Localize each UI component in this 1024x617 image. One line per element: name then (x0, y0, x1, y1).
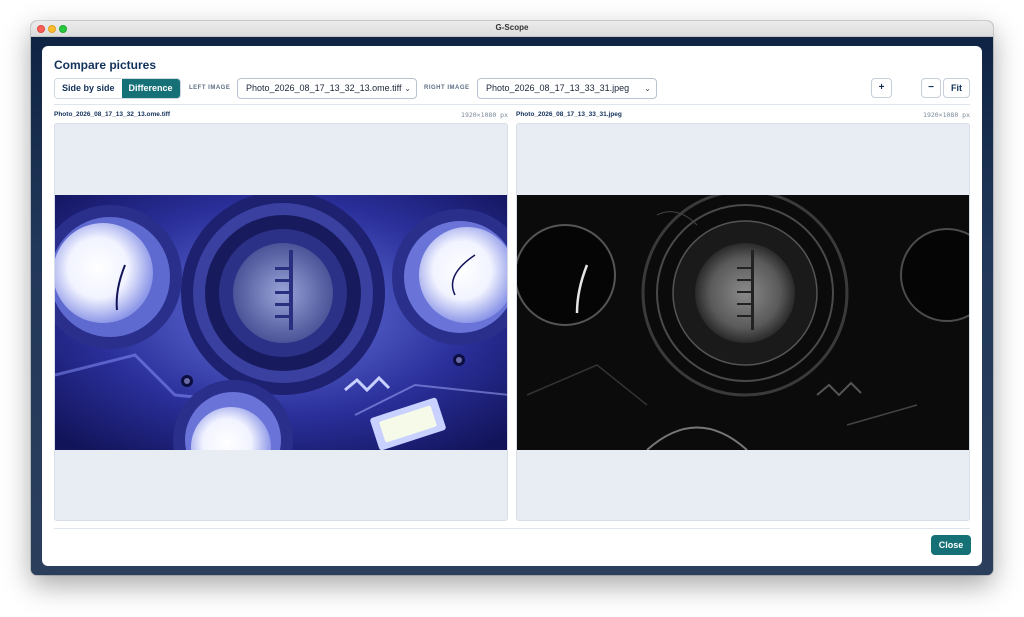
app-window: G-Scope Compare pictures Side by side Di… (31, 21, 993, 575)
close-button[interactable]: Close (931, 535, 971, 555)
right-image-label: RIGHT IMAGE (424, 85, 470, 91)
zoom-out-button[interactable]: − (921, 78, 941, 98)
right-image-pane[interactable] (516, 123, 970, 521)
window-title: G-Scope (495, 23, 529, 32)
toolbar-divider (54, 104, 970, 105)
left-image-label: LEFT IMAGE (189, 85, 231, 91)
right-image-select[interactable]: Photo_2026_08_17_13_33_31.jpeg ⌄ (477, 78, 657, 99)
difference-button[interactable]: Difference (121, 79, 180, 98)
compare-dialog: Compare pictures Side by side Difference… (42, 46, 982, 566)
dialog-title: Compare pictures (54, 58, 157, 72)
view-mode-toggle: Side by side Difference (54, 78, 181, 99)
right-image-select-value: Photo_2026_08_17_13_33_31.jpeg (486, 83, 630, 93)
chevron-down-icon: ⌄ (404, 84, 411, 93)
footer-divider (54, 528, 970, 529)
fit-button[interactable]: Fit (943, 78, 970, 98)
chevron-down-icon: ⌄ (644, 84, 651, 93)
left-image-pane[interactable] (54, 123, 508, 521)
right-pane-dimensions: 1920×1080 px (923, 111, 970, 119)
left-image-select-value: Photo_2026_08_17_13_32_13.ome.tiff (246, 83, 402, 93)
left-pane-filename: Photo_2026_08_17_13_32_13.ome.tiff (54, 111, 170, 118)
right-difference-image (517, 195, 969, 450)
side-by-side-button[interactable]: Side by side (55, 79, 122, 98)
left-microscope-image (55, 195, 507, 450)
left-pane-dimensions: 1920×1080 px (461, 111, 508, 119)
right-pane-filename: Photo_2026_08_17_13_33_31.jpeg (516, 111, 622, 118)
zoom-in-button[interactable]: + (871, 78, 892, 98)
left-image-select[interactable]: Photo_2026_08_17_13_32_13.ome.tiff ⌄ (237, 78, 417, 99)
title-bar: G-Scope (31, 21, 993, 37)
